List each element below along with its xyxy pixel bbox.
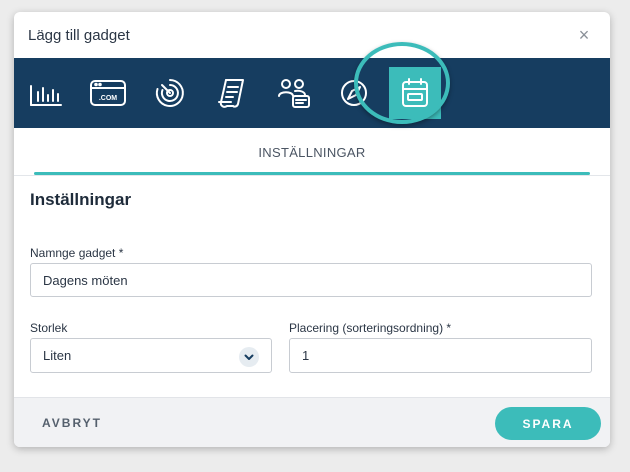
calendar-icon: [402, 78, 428, 107]
dialog-header: Lägg till gadget ×: [14, 12, 610, 58]
save-button[interactable]: SPARA: [495, 407, 601, 440]
gadget-name-label: Namnge gadget *: [30, 246, 124, 260]
svg-text:.COM: .COM: [99, 95, 117, 102]
gadget-type-bar: .COM: [14, 58, 610, 128]
gadget-name-value: Dagens möten: [43, 272, 128, 288]
placement-value: 1: [302, 348, 310, 363]
dialog-title: Lägg till gadget: [28, 26, 130, 44]
tab-bar: INSTÄLLNINGAR: [14, 128, 610, 176]
gadget-name-input[interactable]: Dagens möten: [30, 263, 592, 297]
chevron-down-icon: [239, 347, 259, 367]
gadget-type-bar-chart[interactable]: [22, 68, 70, 118]
bar-chart-icon: [30, 85, 62, 106]
compass-icon: [341, 80, 367, 106]
cancel-button[interactable]: AVBRYT: [42, 411, 102, 435]
size-label: Storlek: [30, 321, 68, 335]
section-title: Inställningar: [30, 190, 132, 209]
placement-input[interactable]: 1: [289, 338, 592, 373]
tab-settings[interactable]: INSTÄLLNINGAR: [34, 128, 590, 176]
dialog-footer: AVBRYT SPARA: [14, 397, 610, 447]
size-value: Liten: [43, 348, 72, 363]
add-gadget-dialog: Lägg till gadget × .COM INSTÄLLNINGAR In…: [14, 12, 610, 447]
gadget-type-document[interactable]: [208, 68, 256, 118]
gadget-type-web[interactable]: .COM: [84, 68, 132, 118]
size-select[interactable]: Liten: [30, 338, 272, 373]
gadget-type-compass[interactable]: [330, 68, 378, 118]
active-tab-indicator: [34, 172, 590, 175]
placement-label: Placering (sorteringsordning) *: [289, 321, 452, 335]
dot-com-icon: .COM: [90, 80, 126, 106]
users-chat-icon: [278, 79, 310, 108]
close-icon[interactable]: ×: [574, 26, 594, 44]
gadget-type-target[interactable]: [146, 68, 194, 118]
target-icon: [155, 79, 184, 107]
gadget-type-calendar[interactable]: [389, 67, 441, 119]
gadget-type-users[interactable]: [270, 68, 318, 118]
settings-form: Inställningar Namnge gadget * Dagens möt…: [14, 176, 610, 397]
document-icon: [218, 79, 244, 108]
